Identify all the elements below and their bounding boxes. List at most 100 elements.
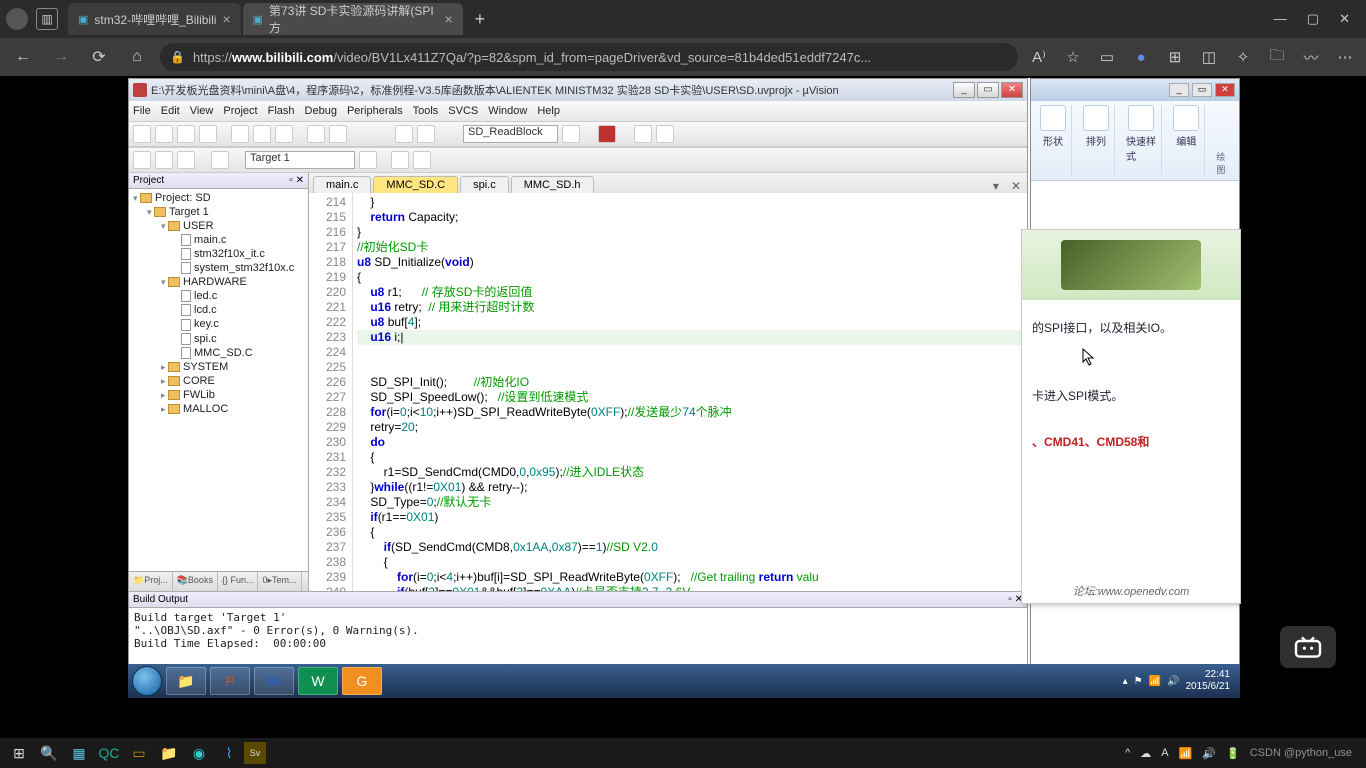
- extension-icon[interactable]: ●: [1128, 49, 1154, 66]
- bookmark-next-icon[interactable]: [417, 125, 435, 143]
- ppt-titlebar[interactable]: _ ▭ ✕: [1031, 79, 1239, 101]
- close-button[interactable]: ✕: [1339, 11, 1350, 27]
- extensions-icon[interactable]: ⊞: [1162, 48, 1188, 66]
- tree-group-fwlib[interactable]: FWLib: [129, 388, 308, 402]
- vscode-icon[interactable]: ⌇: [214, 740, 244, 766]
- paste-icon[interactable]: [275, 125, 293, 143]
- favorites-bar-icon[interactable]: ✧: [1230, 48, 1256, 66]
- project-tab[interactable]: 📚Books: [173, 572, 218, 591]
- ribbon-group[interactable]: 编辑: [1168, 105, 1205, 176]
- bookmark-icon[interactable]: [395, 125, 413, 143]
- close-button[interactable]: ✕: [1215, 83, 1235, 97]
- more-icon[interactable]: ⋯: [1332, 48, 1358, 66]
- win7-clock[interactable]: 22:41 2015/6/21: [1186, 669, 1231, 693]
- menu-svcs[interactable]: SVCS: [448, 105, 478, 117]
- home-button[interactable]: ⌂: [122, 48, 152, 66]
- file-tab[interactable]: MMC_SD.C: [373, 176, 458, 193]
- host-tray[interactable]: ^ ☁ A 📶 🔊 🔋 CSDN @python_use: [1125, 747, 1362, 760]
- video-frame[interactable]: E:\开发板光盘资料\mini\A盘\4，程序源码\2，标准例程-V3.5库函数…: [128, 78, 1240, 698]
- tree-file[interactable]: main.c: [129, 233, 308, 247]
- build-output-text[interactable]: Build target 'Target 1' "..\OBJ\SD.axf" …: [129, 608, 1027, 671]
- menu-debug[interactable]: Debug: [305, 105, 337, 117]
- menu-edit[interactable]: Edit: [161, 105, 180, 117]
- breakpoint-icon[interactable]: [634, 125, 652, 143]
- ppt-ribbon[interactable]: 形状排列快速样式编辑绘图: [1031, 101, 1239, 181]
- app-icon[interactable]: Sv: [244, 742, 266, 764]
- find-icon[interactable]: [562, 125, 580, 143]
- refresh-button[interactable]: ⟳: [84, 47, 114, 67]
- file-tab[interactable]: MMC_SD.h: [511, 176, 594, 193]
- volume-icon[interactable]: 🔊: [1167, 676, 1179, 687]
- tree-target[interactable]: Target 1: [129, 205, 308, 219]
- file-tab[interactable]: spi.c: [460, 176, 509, 193]
- menu-view[interactable]: View: [190, 105, 214, 117]
- split-icon[interactable]: ◫: [1196, 48, 1222, 66]
- new-tab-button[interactable]: +: [465, 9, 496, 30]
- ppt-slide[interactable]: 的SPI接口，以及相关IO。 卡进入SPI模式。 、CMD41、CMD58和 论…: [1021, 229, 1241, 604]
- menu-flash[interactable]: Flash: [268, 105, 295, 117]
- save-all-icon[interactable]: [199, 125, 217, 143]
- batch-build-icon[interactable]: [177, 151, 195, 169]
- tree-file[interactable]: lcd.c: [129, 303, 308, 317]
- menu-window[interactable]: Window: [488, 105, 527, 117]
- min-button[interactable]: _: [953, 82, 975, 98]
- ribbon-group[interactable]: 形状: [1035, 105, 1072, 176]
- project-tab[interactable]: {} Fun...: [218, 572, 259, 591]
- project-tree[interactable]: Project: SD Target 1USERmain.cstm32f10x_…: [129, 189, 308, 571]
- menu-file[interactable]: File: [133, 105, 151, 117]
- rebuild-icon[interactable]: [155, 151, 173, 169]
- tree-file[interactable]: MMC_SD.C: [129, 346, 308, 360]
- app-icon[interactable]: ▭: [124, 740, 154, 766]
- tree-file[interactable]: spi.c: [129, 332, 308, 346]
- books-icon[interactable]: [413, 151, 431, 169]
- network-icon[interactable]: 📶: [1149, 676, 1161, 687]
- save-icon[interactable]: [177, 125, 195, 143]
- close-button[interactable]: ✕: [1001, 82, 1023, 98]
- close-icon[interactable]: ×: [444, 11, 452, 27]
- tree-group-user[interactable]: USER: [129, 219, 308, 233]
- close-icon[interactable]: ×: [222, 11, 230, 27]
- tray-up-icon[interactable]: ^: [1125, 747, 1130, 759]
- tree-root[interactable]: Project: SD: [129, 191, 308, 205]
- symbol-select[interactable]: SD_ReadBlock: [463, 125, 558, 143]
- ime-icon[interactable]: A: [1161, 747, 1168, 759]
- collections-icon[interactable]: ▭: [1094, 48, 1120, 66]
- file-tab[interactable]: main.c: [313, 176, 371, 193]
- tray-up-icon[interactable]: ▴: [1123, 676, 1128, 687]
- tree-group-system[interactable]: SYSTEM: [129, 360, 308, 374]
- collections-icon[interactable]: 🗀: [1264, 45, 1290, 70]
- cut-icon[interactable]: [231, 125, 249, 143]
- performance-icon[interactable]: 〰: [1298, 47, 1324, 68]
- copy-icon[interactable]: [253, 125, 271, 143]
- app-icon[interactable]: QC: [94, 740, 124, 766]
- config-icon[interactable]: [656, 125, 674, 143]
- max-button[interactable]: ▭: [977, 82, 999, 98]
- project-tab[interactable]: 📁Proj...: [129, 572, 173, 591]
- ribbon-group[interactable]: 排列: [1078, 105, 1115, 176]
- tab-actions-icon[interactable]: ▥: [36, 8, 58, 30]
- flag-icon[interactable]: ⚑: [1134, 676, 1143, 687]
- tree-file[interactable]: led.c: [129, 289, 308, 303]
- build-icon[interactable]: [133, 151, 151, 169]
- menu-help[interactable]: Help: [537, 105, 560, 117]
- debug-icon[interactable]: [598, 125, 616, 143]
- tree-file[interactable]: key.c: [129, 317, 308, 331]
- min-button[interactable]: _: [1169, 83, 1189, 97]
- target-select[interactable]: Target 1: [245, 151, 355, 169]
- manage-icon[interactable]: [391, 151, 409, 169]
- undo-icon[interactable]: [307, 125, 325, 143]
- address-bar[interactable]: 🔒 https://www.bilibili.com/video/BV1Lx41…: [160, 43, 1018, 71]
- tab-1[interactable]: ▣ stm32-哔哩哔哩_Bilibili ×: [68, 3, 241, 35]
- options-icon[interactable]: [359, 151, 377, 169]
- onedrive-icon[interactable]: ☁: [1140, 747, 1151, 760]
- open-icon[interactable]: [155, 125, 173, 143]
- panel-controls[interactable]: ▫ ✕: [289, 175, 304, 186]
- redo-icon[interactable]: [329, 125, 347, 143]
- start-button[interactable]: [132, 666, 162, 696]
- tree-group-malloc[interactable]: MALLOC: [129, 402, 308, 416]
- win7-taskbar[interactable]: 📁 P W W G ▴ ⚑ 📶 🔊 22:41 2015/6/21: [128, 664, 1240, 698]
- edge-icon[interactable]: ◉: [184, 740, 214, 766]
- download-icon[interactable]: [211, 151, 229, 169]
- tab-2[interactable]: ▣ 第73讲 SD卡实验源码讲解(SPI方 ×: [243, 3, 463, 35]
- project-tabs[interactable]: 📁Proj...📚Books{} Fun...0▸Tem...: [129, 571, 308, 591]
